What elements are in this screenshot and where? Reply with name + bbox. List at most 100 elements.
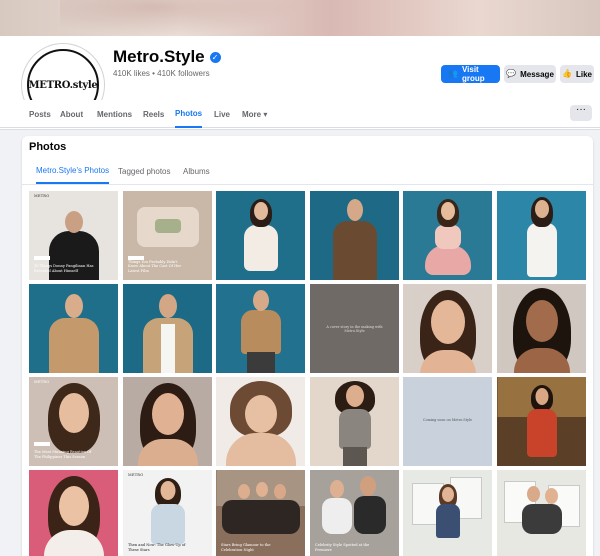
figure-face [360, 476, 376, 496]
cover-shade [60, 0, 300, 36]
figure-denim [435, 504, 460, 538]
photo-tile[interactable]: METRO The Most Stunning Beauties Of The … [29, 377, 118, 466]
like-button[interactable]: 👍 Like [560, 65, 594, 83]
tab-live[interactable]: Live [214, 100, 230, 128]
figure-face [345, 385, 364, 407]
photo-tile[interactable]: A cover story in the making with Metro.S… [310, 284, 399, 373]
tile-tag [34, 256, 50, 260]
photo-tile[interactable] [29, 284, 118, 373]
more-options-button[interactable]: ··· [570, 105, 592, 121]
photo-tile[interactable] [403, 284, 492, 373]
photo-tile[interactable] [123, 284, 212, 373]
tile-brand: METRO [128, 473, 144, 477]
photo-tile[interactable] [497, 284, 586, 373]
subtab-own-photos[interactable]: Metro.Style's Photos [36, 158, 110, 184]
messenger-icon: 💬 [506, 69, 517, 78]
photo-tile[interactable] [497, 377, 586, 466]
figure-jacket [332, 221, 377, 280]
figure-face [330, 480, 344, 498]
figure-duo [521, 504, 562, 534]
tab-mentions[interactable]: Mentions [97, 100, 132, 128]
photo-tile[interactable] [310, 191, 399, 280]
figure-head [64, 294, 83, 318]
tile-center-text: Coming soon on Metro.Style [423, 418, 472, 422]
page-name-text: Metro.Style [113, 47, 205, 66]
figure-suit [354, 496, 386, 534]
figure-face [58, 486, 89, 526]
photo-tile[interactable] [403, 470, 492, 556]
tab-reels[interactable]: Reels [143, 100, 164, 128]
figure-gown [526, 223, 557, 277]
grid-divider [22, 184, 593, 185]
tile-caption: Celebrity Style Spotted at the Premiere [315, 543, 370, 552]
photo-tile[interactable]: Things You Probably Didn't Know About Th… [123, 191, 212, 280]
photo-tile[interactable] [29, 470, 118, 556]
figure-face [525, 300, 558, 342]
figure-face [441, 487, 454, 502]
photo-tile[interactable]: Stars Bring Glamour to the Celebration N… [216, 470, 305, 556]
figure-face [535, 388, 548, 405]
page-stats: 410K likes • 410K followers [113, 69, 210, 78]
figure-head [440, 202, 455, 220]
tile-center-text: A cover story in the making with Metro.S… [326, 325, 383, 333]
figure-skirt [424, 245, 471, 275]
photo-tile[interactable] [216, 191, 305, 280]
tab-about[interactable]: About [60, 100, 83, 128]
photo-tile[interactable] [403, 191, 492, 280]
subtab-tagged-photos[interactable]: Tagged photos [118, 158, 171, 184]
photo-tile[interactable] [497, 191, 586, 280]
figure-red-dress [526, 409, 557, 457]
figure-face [545, 488, 558, 504]
figure-face [274, 484, 286, 499]
visit-group-label: Visit group [461, 65, 485, 83]
figure-arms [225, 433, 296, 466]
photo-tile[interactable] [310, 377, 399, 466]
like-label: Like [575, 69, 592, 79]
figure-face [151, 393, 184, 435]
figure-face [527, 486, 540, 502]
photo-tile[interactable]: METRO 10 Things Donny Pangilinan Has Rev… [29, 191, 118, 280]
tile-caption: Stars Bring Glamour to the Celebration N… [221, 543, 271, 552]
figure-head [64, 211, 83, 233]
tile-brand: METRO [34, 380, 50, 384]
photo-tile[interactable] [497, 470, 586, 556]
tile-tag [34, 442, 50, 446]
tab-posts[interactable]: Posts [29, 100, 51, 128]
figure-white-dress [322, 498, 352, 534]
figure-jacket [240, 310, 281, 354]
figure-head [346, 199, 363, 221]
photo-tile[interactable] [216, 377, 305, 466]
figure-head [252, 290, 269, 311]
avatar-logo-text: METRO.style [28, 79, 98, 91]
figure-face [160, 481, 175, 500]
photo-tile[interactable]: METRO Then and Now: The Glow-Up of These… [123, 470, 212, 556]
figure-dress [150, 504, 185, 544]
thumbs-up-icon: 👍 [562, 69, 572, 78]
photo-tile[interactable]: Celebrity Style Spotted at the Premiere [310, 470, 399, 556]
figure-face [430, 300, 465, 344]
photo-tile[interactable]: Coming soon on Metro.Style [403, 377, 492, 466]
photo-tile[interactable] [123, 377, 212, 466]
page-nav-tabs: Posts About Mentions Reels Photos Live M… [0, 100, 600, 128]
figure-jacket [48, 318, 99, 373]
tab-more[interactable]: More ▾ [242, 100, 267, 128]
cover-photo[interactable] [0, 0, 600, 36]
tile-caption: Then and Now: The Glow-Up of These Stars [128, 543, 186, 552]
figure-head [158, 294, 177, 318]
visit-group-button[interactable]: 👥 Visit group [441, 65, 500, 83]
verified-badge-icon: ✓ [209, 51, 221, 63]
message-label: Message [520, 69, 554, 79]
page-name[interactable]: Metro.Style ✓ [113, 47, 221, 67]
figure-head [534, 200, 549, 218]
figure-face [244, 395, 277, 433]
figure-face [256, 482, 268, 497]
subtab-albums[interactable]: Albums [183, 158, 210, 184]
message-button[interactable]: 💬 Message [504, 65, 556, 83]
photos-section: Photos Metro.Style's Photos Tagged photo… [22, 136, 593, 556]
tab-photos[interactable]: Photos [175, 100, 203, 128]
figure-dress [243, 225, 278, 271]
tile-caption: 10 Things Donny Pangilinan Has Revealed … [34, 264, 94, 273]
money-bundle [154, 219, 181, 233]
photo-tile[interactable] [216, 284, 305, 373]
tile-caption: The Most Stunning Beauties Of The Philip… [34, 450, 92, 459]
